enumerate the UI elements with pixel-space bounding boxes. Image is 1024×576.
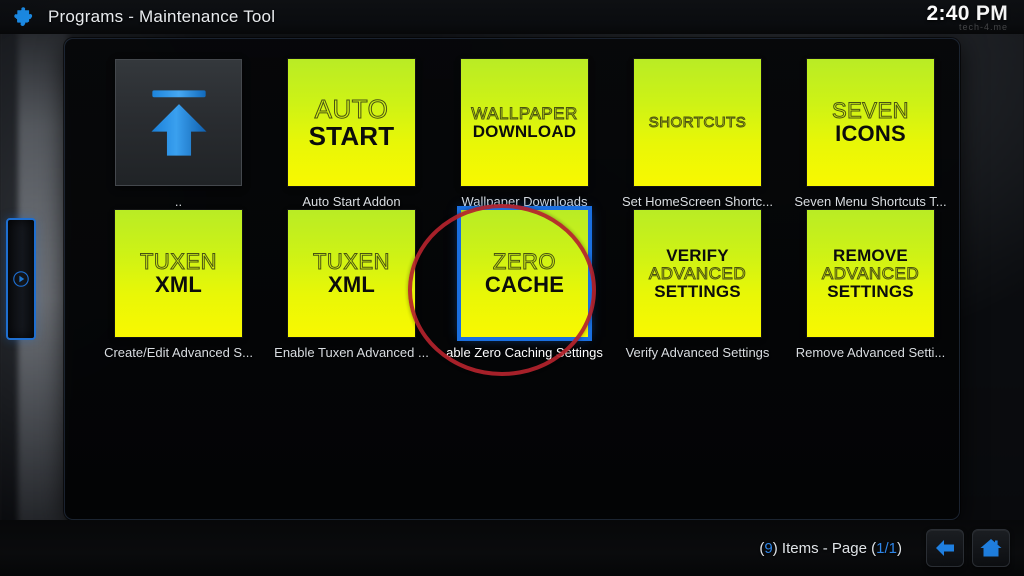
tile-label: Create/Edit Advanced S... xyxy=(104,345,253,360)
content-panel: .. AUTO START Auto Start Addon WALLPAPER DOWN… xyxy=(64,38,960,520)
tile-enable-tuxen-advanced[interactable]: TUXEN XML Enable Tuxen Advanced ... xyxy=(265,210,438,361)
page-value: 1/1 xyxy=(876,539,897,557)
breadcrumb-title: Maintenance Tool xyxy=(139,7,276,26)
tile-label: Wallpaper Downloads xyxy=(461,194,588,209)
clock: 2:40 PM tech-4.me xyxy=(927,2,1008,32)
tile-artwork-text: VERIFY ADVANCED SETTINGS xyxy=(648,246,747,301)
tile-label: Set HomeScreen Shortc... xyxy=(621,194,773,209)
artwork-line: SETTINGS xyxy=(654,282,741,301)
tile-zero-caching-settings[interactable]: ZERO CACHE able Zero Caching Settings xyxy=(438,206,611,361)
tile-label: able Zero Caching Settings xyxy=(446,345,603,360)
tile-label: Auto Start Addon xyxy=(302,194,401,209)
artwork-line: SEVEN xyxy=(831,98,910,123)
tile-label: Verify Advanced Settings xyxy=(625,345,770,360)
tile-auto-start-addon[interactable]: AUTO START Auto Start Addon xyxy=(265,59,438,210)
tile-thumbnail: TUXEN XML xyxy=(288,210,415,337)
tile-artwork-text: WALLPAPER DOWNLOAD xyxy=(471,104,578,141)
title-bar: Programs - Maintenance Tool 2:40 PM tech… xyxy=(0,0,1024,34)
artwork-line: REMOVE xyxy=(833,246,908,265)
tile-wallpaper-downloads[interactable]: WALLPAPER DOWNLOAD Wallpaper Downloads xyxy=(438,59,611,210)
tile-thumbnail: SHORTCUTS xyxy=(634,59,761,186)
tile-thumbnail: AUTO START xyxy=(288,59,415,186)
tile-label: Seven Menu Shortcuts T... xyxy=(794,194,947,209)
tile-parent-directory[interactable]: .. xyxy=(92,59,265,210)
breadcrumb-section: Programs xyxy=(48,7,124,26)
item-count-value: 9 xyxy=(764,539,773,557)
tile-thumbnail: VERIFY ADVANCED SETTINGS xyxy=(634,210,761,337)
artwork-line: ADVANCED xyxy=(821,264,920,283)
tile-create-edit-advanced-settings[interactable]: TUXEN XML Create/Edit Advanced S... xyxy=(92,210,265,361)
artwork-line: TUXEN xyxy=(312,249,391,274)
home-icon xyxy=(980,539,1002,557)
tile-artwork-text: TUXEN XML xyxy=(312,249,391,297)
tile-artwork-text: SEVEN ICONS xyxy=(831,98,910,146)
artwork-line: VERIFY xyxy=(666,246,729,265)
artwork-line: TUXEN xyxy=(139,249,218,274)
tile-artwork-text: ZERO CACHE xyxy=(484,249,565,297)
artwork-line: ADVANCED xyxy=(648,264,747,283)
breadcrumb-separator: - xyxy=(128,7,135,26)
artwork-line: XML xyxy=(154,272,203,297)
tile-label: Remove Advanced Setti... xyxy=(795,345,946,360)
tile-artwork-text: SHORTCUTS xyxy=(648,114,747,131)
artwork-line: SETTINGS xyxy=(827,282,914,301)
tile-thumbnail: SEVEN ICONS xyxy=(807,59,934,186)
puzzle-piece-icon xyxy=(14,7,33,26)
tile-verify-advanced-settings[interactable]: VERIFY ADVANCED SETTINGS Verify Advanced Se… xyxy=(611,210,784,361)
kodi-window: Programs - Maintenance Tool 2:40 PM tech… xyxy=(0,0,1024,576)
tile-artwork-text: AUTO START xyxy=(308,94,395,151)
tile-artwork-text: REMOVE ADVANCED SETTINGS xyxy=(821,246,920,301)
tile-thumbnail: REMOVE ADVANCED SETTINGS xyxy=(807,210,934,337)
tile-thumbnail: WALLPAPER DOWNLOAD xyxy=(461,59,588,186)
tile-set-homescreen-shortcuts[interactable]: SHORTCUTS Set HomeScreen Shortc... xyxy=(611,59,784,210)
tile-artwork-text: TUXEN XML xyxy=(139,249,218,297)
tile-label: .. xyxy=(174,194,183,209)
tile-thumbnail xyxy=(115,59,242,186)
artwork-line: DOWNLOAD xyxy=(472,122,577,141)
back-arrow-icon xyxy=(936,540,954,556)
artwork-line: CACHE xyxy=(484,272,565,297)
play-triangle-icon xyxy=(13,271,29,287)
artwork-line: START xyxy=(308,121,395,151)
addon-tile-grid: .. AUTO START Auto Start Addon WALLPAPER DOWN… xyxy=(65,39,957,361)
tile-seven-menu-shortcuts[interactable]: SEVEN ICONS Seven Menu Shortcuts T... xyxy=(784,59,957,210)
artwork-line: XML xyxy=(327,272,376,297)
page-title: Programs - Maintenance Tool xyxy=(48,7,275,27)
status-bar: (9) Items - Page (1/1) xyxy=(0,520,1024,576)
artwork-line: ICONS xyxy=(835,121,906,146)
artwork-line: WALLPAPER xyxy=(471,104,578,123)
up-arrow-icon xyxy=(150,89,207,156)
items-page-text: Items - Page xyxy=(781,539,867,557)
items-count-label: (9) Items - Page (1/1) xyxy=(759,539,902,557)
sidebar-flyout-handle[interactable] xyxy=(6,218,36,340)
artwork-line: AUTO xyxy=(314,94,389,124)
tile-remove-advanced-settings[interactable]: REMOVE ADVANCED SETTINGS Remove Advanced Se… xyxy=(784,210,957,361)
tile-label: Enable Tuxen Advanced ... xyxy=(274,345,429,360)
artwork-line: ZERO xyxy=(492,249,557,274)
home-button[interactable] xyxy=(972,529,1010,567)
back-button[interactable] xyxy=(926,529,964,567)
artwork-line: SHORTCUTS xyxy=(648,114,747,131)
tile-thumbnail: ZERO CACHE xyxy=(457,206,592,341)
tile-thumbnail: TUXEN XML xyxy=(115,210,242,337)
